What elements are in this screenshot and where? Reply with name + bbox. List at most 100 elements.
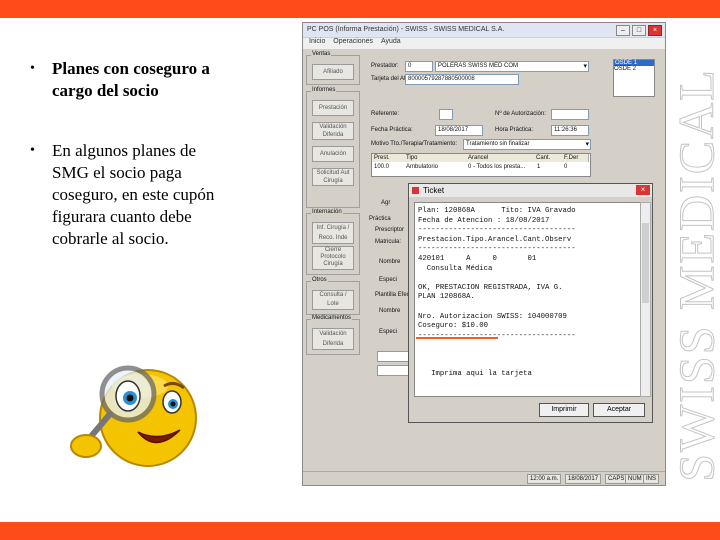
group-ventas: Ventas Afiliado bbox=[306, 51, 360, 85]
bullet-dot: • bbox=[30, 61, 35, 76]
ticket-receipt: Plan: 120868A Tito: IVA Gravado Fecha de … bbox=[414, 202, 641, 397]
status-num: NUM bbox=[625, 474, 645, 484]
autorizacion-field[interactable] bbox=[551, 109, 589, 120]
grid-cell[interactable]: Ambulatorio bbox=[406, 164, 438, 170]
magnifier-smiley-icon bbox=[70, 365, 197, 467]
autorizacion-label: Nº de Autorización: bbox=[495, 111, 546, 117]
grid-cell[interactable]: 0 bbox=[564, 164, 567, 170]
hora-field[interactable]: 11:26:36 bbox=[551, 125, 589, 136]
top-accent-bar bbox=[0, 0, 720, 18]
brand-watermark: SWISS MEDICAL bbox=[672, 30, 720, 520]
grid-cell[interactable]: 100.0 bbox=[374, 164, 389, 170]
agregar-label: Agr bbox=[381, 200, 391, 206]
prestaciones-grid: Prest. Tipo Arancel Cant. F.Der 100.0 Am… bbox=[371, 153, 591, 177]
informe-cirugia-button[interactable]: Inf. Cirugía / Reco. Inde bbox=[312, 222, 354, 244]
maximize-icon[interactable]: □ bbox=[632, 25, 646, 36]
group-informes: Informes Prestación Validación Diferida … bbox=[306, 87, 360, 208]
receipt-line: ------------------------------------ bbox=[418, 226, 576, 235]
radio-option[interactable] bbox=[377, 351, 411, 362]
group-title: Internación bbox=[311, 209, 343, 215]
group-title: Medicamentos bbox=[311, 315, 353, 321]
status-bar: 12:00 a.m. 18/08/2017 CAPS NUM INS bbox=[303, 471, 665, 485]
receipt-line: Fecha de Atencion : 18/08/2017 bbox=[418, 216, 550, 225]
status-date: 18/08/2017 bbox=[565, 474, 602, 484]
brand-text: SWISS MEDICAL bbox=[672, 68, 720, 483]
fecha-field[interactable]: 18/08/2017 bbox=[435, 125, 483, 136]
group-otros: Otros Consulta / Lote bbox=[306, 277, 360, 315]
group-title: Informes bbox=[311, 87, 337, 93]
referente-checkbox[interactable] bbox=[439, 109, 453, 120]
ticket-title: Ticket bbox=[423, 186, 445, 195]
cierre-protocolo-button[interactable]: Cierre Protocolo Cirugía bbox=[312, 246, 354, 270]
menu-item-operaciones[interactable]: Operaciones bbox=[333, 38, 373, 45]
bottom-accent-bar bbox=[0, 522, 720, 540]
receipt-line: PLAN 120868A. bbox=[418, 293, 475, 302]
solicitud-cirugia-button[interactable]: Solicitud Aut Cirugía bbox=[312, 168, 354, 186]
ticket-dialog: Ticket × Plan: 120868A Tito: IVA Gravado… bbox=[408, 183, 653, 423]
prestador-label: Prestador: bbox=[371, 63, 399, 69]
accept-button[interactable]: Aceptar bbox=[593, 403, 645, 417]
group-title: Otros bbox=[311, 277, 328, 283]
group-title: Ventas bbox=[311, 51, 332, 57]
scroll-thumb[interactable] bbox=[642, 223, 649, 303]
receipt-line: Plan: 120868A Tito: IVA Gravado bbox=[418, 207, 576, 215]
clear-field[interactable] bbox=[377, 365, 411, 376]
grid-header[interactable]: Prest. bbox=[372, 154, 405, 162]
receipt-line: 420101 A 0 01 bbox=[418, 255, 537, 263]
validacion-diferida-button[interactable]: Validación Diferida bbox=[312, 122, 354, 140]
group-internacion: Internación Inf. Cirugía / Reco. Inde Ci… bbox=[306, 209, 360, 275]
close-icon[interactable]: × bbox=[648, 25, 662, 36]
grid-header[interactable]: Arancel bbox=[466, 154, 535, 162]
grid-header[interactable]: Tipo bbox=[404, 154, 467, 162]
practica-label: Práctica bbox=[369, 216, 391, 222]
status-caps: CAPS bbox=[605, 474, 628, 484]
motivo-select[interactable]: Tratamiento sin finalizar bbox=[463, 139, 591, 150]
receipt-line: Prestacion.Tipo.Arancel.Cant.Observ bbox=[418, 235, 572, 244]
prestador-code-field[interactable]: 0 bbox=[405, 61, 433, 72]
section-label: Prescriptor bbox=[375, 227, 405, 233]
grid-cell[interactable]: 1 bbox=[537, 164, 540, 170]
grid-header[interactable]: F.Der bbox=[562, 154, 589, 162]
bullet-text: Planes con coseguro a cargo del socio bbox=[52, 59, 210, 100]
receipt-line: Consulta Médica bbox=[418, 264, 493, 273]
matricula-label: Matricula: bbox=[375, 239, 402, 245]
validacion-medicamentos-button[interactable]: Validación Diferida bbox=[312, 328, 354, 350]
ticket-titlebar: Ticket × bbox=[409, 184, 652, 197]
grid-header[interactable]: Cant. bbox=[534, 154, 563, 162]
bullet-list: • Planes con coseguro a cargo del socio … bbox=[30, 58, 280, 288]
plan-list-item[interactable]: OSDE 2 bbox=[614, 66, 654, 72]
group-medicamentos: Medicamentos Validación Diferida bbox=[306, 315, 360, 355]
window-titlebar: PC POS (Informa Prestación) - SWISS - SW… bbox=[303, 23, 665, 37]
close-icon[interactable]: × bbox=[636, 185, 650, 195]
motivo-label: Motivo Tto./Terapia/Tratamiento: bbox=[371, 141, 458, 147]
nombre-label: Nombre bbox=[379, 308, 401, 314]
receipt-line: Coseguro: $10.00 bbox=[418, 322, 489, 331]
print-button[interactable]: Imprimir bbox=[539, 403, 589, 417]
referente-label: Referente: bbox=[371, 111, 400, 117]
window-title: PC POS (Informa Prestación) - SWISS - SW… bbox=[307, 26, 505, 33]
menu-item-ayuda[interactable]: Ayuda bbox=[381, 38, 401, 45]
plan-list[interactable]: OSDE 1 OSDE 2 bbox=[613, 59, 655, 97]
menu-item-inicio[interactable]: Inicio bbox=[309, 38, 325, 45]
coseguro-highlight bbox=[416, 337, 498, 339]
receipt-line: Imprima aqui la tarjeta bbox=[418, 370, 532, 379]
fecha-label: Fecha Práctica: bbox=[371, 127, 413, 133]
anulacion-button[interactable]: Anulación bbox=[312, 146, 354, 162]
prestacion-button[interactable]: Prestación bbox=[312, 100, 354, 116]
afiliado-button[interactable]: Afiliado bbox=[312, 64, 354, 80]
receipt-line: ------------------------------------ bbox=[418, 245, 576, 254]
receipt-line: Nro. Autorizacion SWISS: 104000709 bbox=[418, 312, 567, 321]
afiliado-card-field[interactable]: 80000579287880500008 bbox=[405, 74, 519, 85]
minimize-icon[interactable]: – bbox=[616, 25, 630, 36]
bullet-text: En algunos planes de SMG el socio paga c… bbox=[52, 141, 215, 248]
status-time: 12:00 a.m. bbox=[527, 474, 562, 484]
grid-cell[interactable]: 0 - Todos los presta... bbox=[468, 164, 525, 170]
bullet-dot: • bbox=[30, 143, 35, 158]
prestador-select[interactable]: POLERAS SWISS MED COM bbox=[435, 61, 589, 72]
hora-label: Hora Práctica: bbox=[495, 127, 534, 133]
ticket-scrollbar[interactable] bbox=[640, 202, 651, 397]
ticket-app-icon bbox=[412, 187, 419, 194]
bullet-item: • En algunos planes de SMG el socio paga… bbox=[30, 140, 280, 250]
consulta-lote-button[interactable]: Consulta / Lote bbox=[312, 290, 354, 310]
bullet-item: • Planes con coseguro a cargo del socio bbox=[30, 58, 280, 102]
